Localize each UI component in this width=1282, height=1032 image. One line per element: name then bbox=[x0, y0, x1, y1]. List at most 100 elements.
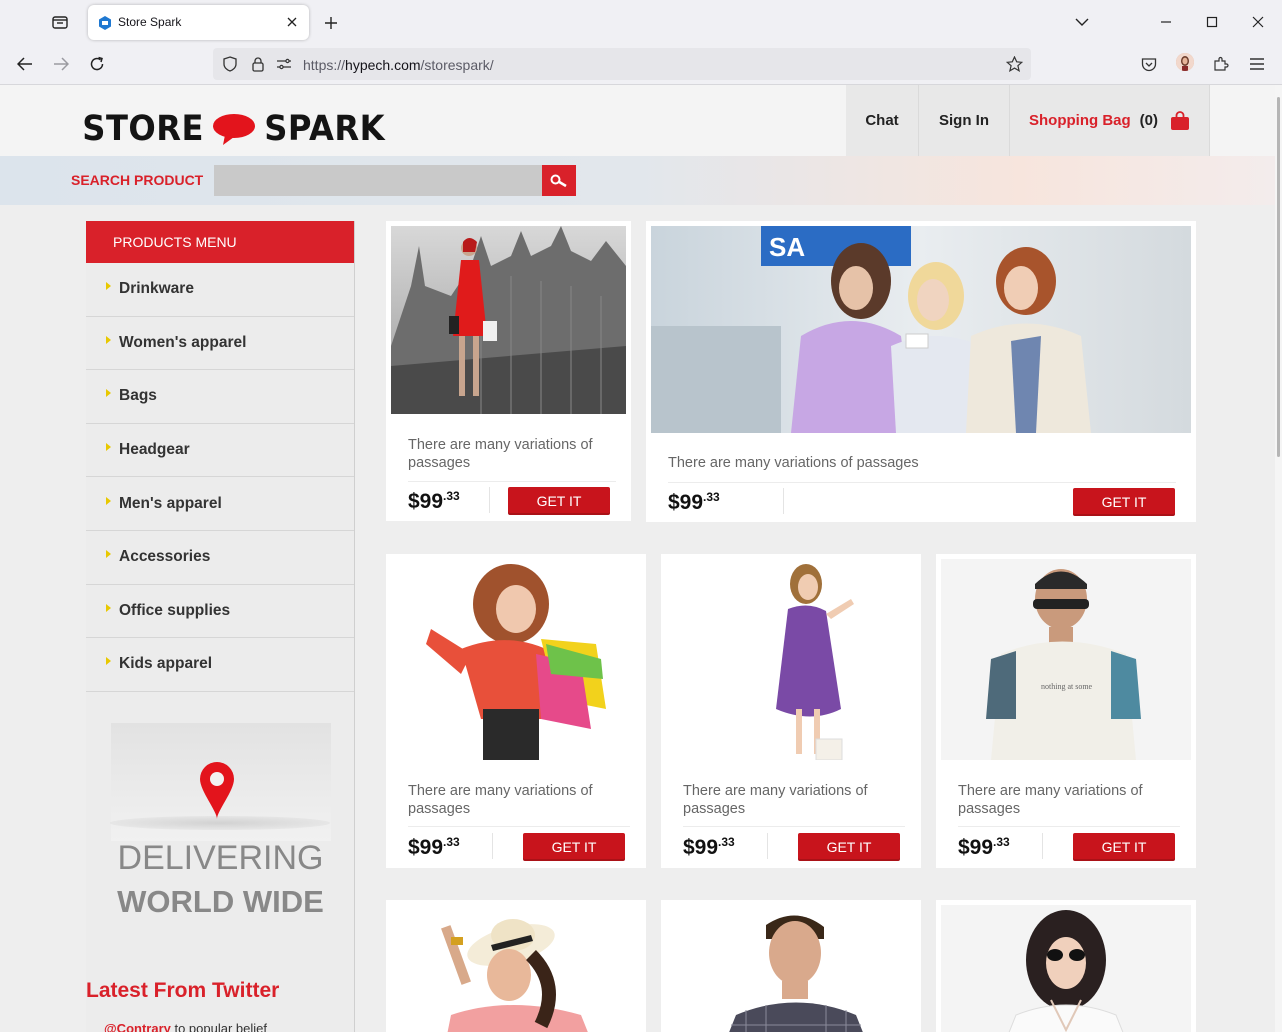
world-wide-text: WORLD WIDE bbox=[117, 884, 324, 919]
product-description: There are many variations of passages bbox=[408, 437, 593, 471]
extensions-button[interactable] bbox=[1207, 50, 1235, 78]
product-card: There are many variations of passages $9… bbox=[661, 554, 921, 868]
get-it-button[interactable]: GET IT bbox=[523, 833, 625, 861]
get-it-button[interactable]: GET IT bbox=[1073, 833, 1175, 861]
search-icon bbox=[550, 174, 567, 187]
forward-button[interactable] bbox=[47, 50, 75, 78]
bullet-triangle-icon bbox=[106, 657, 111, 666]
search-button[interactable] bbox=[542, 165, 576, 196]
sidebar-item-bags[interactable]: Bags bbox=[86, 370, 354, 424]
account-avatar[interactable] bbox=[1176, 53, 1194, 71]
price-main: $99 bbox=[683, 836, 719, 859]
reload-icon bbox=[90, 56, 104, 71]
sidebar-item-womens-apparel[interactable]: Women's apparel bbox=[86, 317, 354, 371]
close-tab-icon[interactable] bbox=[283, 13, 301, 31]
price-separator bbox=[767, 833, 768, 859]
product-image-woman-sun-hat[interactable] bbox=[391, 905, 641, 1032]
logo-word-spark: SPARK bbox=[264, 109, 386, 149]
product-card bbox=[661, 900, 921, 1032]
get-it-button[interactable]: GET IT bbox=[798, 833, 900, 861]
price-cents: .33 bbox=[718, 835, 735, 849]
reload-button[interactable] bbox=[83, 50, 111, 78]
product-image-three-women-shopping[interactable]: SA bbox=[651, 226, 1191, 433]
shield-icon[interactable] bbox=[221, 55, 239, 73]
product-image-woman-red-dress[interactable] bbox=[391, 226, 626, 414]
url-host: hypech.com bbox=[345, 57, 421, 73]
menu-button[interactable] bbox=[1243, 50, 1271, 78]
product-image-man-tshirt[interactable]: nothing at some bbox=[941, 559, 1191, 760]
navigation-bar: https://hypech.com/storespark/ bbox=[0, 44, 1282, 85]
sidebar-item-mens-apparel[interactable]: Men's apparel bbox=[86, 477, 354, 531]
site-favicon-icon bbox=[99, 16, 111, 30]
price-separator bbox=[492, 833, 493, 859]
products-menu-title: PRODUCTS MENU bbox=[86, 221, 354, 263]
url-path: /storespark/ bbox=[420, 57, 494, 73]
search-input[interactable] bbox=[214, 165, 542, 196]
search-bar-strip: SEARCH PRODUCT bbox=[0, 156, 1275, 205]
tweet-text: to popular belief bbox=[170, 1021, 267, 1032]
shopping-bag-count: (0) bbox=[1139, 112, 1158, 129]
scrollbar-thumb[interactable] bbox=[1277, 97, 1280, 457]
sidebar-item-label: Office supplies bbox=[119, 601, 231, 619]
product-price: $99.33 bbox=[668, 490, 720, 515]
browser-tab[interactable]: Store Spark bbox=[88, 5, 309, 40]
product-price: $99.33 bbox=[408, 489, 460, 514]
sidebar-item-kids-apparel[interactable]: Kids apparel bbox=[86, 638, 354, 692]
price-cents: .33 bbox=[703, 490, 720, 504]
bullet-triangle-icon bbox=[106, 282, 111, 291]
url-text: https://hypech.com/storespark/ bbox=[303, 57, 494, 73]
minimize-icon bbox=[1161, 21, 1171, 23]
product-card: nothing at some There are many variation… bbox=[936, 554, 1196, 868]
web-page: STORE SPARK Chat Sign In Shopping Bag (0… bbox=[0, 85, 1275, 1032]
minimize-button[interactable] bbox=[1152, 8, 1180, 36]
shopping-bag-label: Shopping Bag bbox=[1029, 112, 1131, 129]
get-it-button[interactable]: GET IT bbox=[1073, 488, 1175, 516]
product-price: $99.33 bbox=[958, 835, 1010, 860]
sidebar-item-headgear[interactable]: Headgear bbox=[86, 424, 354, 478]
product-image-woman-shopping-bags[interactable] bbox=[391, 559, 641, 760]
product-image-woman-sunglasses[interactable] bbox=[941, 905, 1191, 1032]
svg-text:SA: SA bbox=[769, 232, 805, 262]
shopping-bag-link[interactable]: Shopping Bag (0) bbox=[1010, 85, 1210, 156]
maximize-button[interactable] bbox=[1198, 8, 1226, 36]
sidebar-item-drinkware[interactable]: Drinkware bbox=[86, 263, 354, 317]
store-logo[interactable]: STORE SPARK bbox=[77, 109, 391, 149]
sidebar-item-office-supplies[interactable]: Office supplies bbox=[86, 585, 354, 639]
product-description: There are many variations of passages bbox=[683, 783, 868, 817]
sign-in-link[interactable]: Sign In bbox=[919, 85, 1010, 156]
back-button[interactable] bbox=[11, 50, 39, 78]
plus-icon bbox=[325, 17, 337, 29]
chat-link[interactable]: Chat bbox=[846, 85, 919, 156]
list-all-tabs-button[interactable] bbox=[1068, 8, 1096, 36]
product-description: There are many variations of passages bbox=[668, 455, 919, 471]
product-description: There are many variations of passages bbox=[408, 783, 593, 817]
bookmark-star-icon[interactable] bbox=[1005, 55, 1023, 73]
tab-title: Store Spark bbox=[118, 15, 182, 29]
product-image-man-plaid-shirt[interactable] bbox=[666, 905, 916, 1032]
sidebar-item-label: Headgear bbox=[119, 441, 190, 459]
bullet-triangle-icon bbox=[106, 603, 111, 612]
lock-icon[interactable] bbox=[249, 55, 267, 73]
logo-word-store: STORE bbox=[82, 109, 204, 149]
price-main: $99 bbox=[408, 490, 444, 513]
close-icon bbox=[1252, 16, 1264, 28]
price-cents: .33 bbox=[993, 835, 1010, 849]
sidebar-item-accessories[interactable]: Accessories bbox=[86, 531, 354, 585]
product-description: There are many variations of passages bbox=[958, 783, 1143, 817]
tweet-handle[interactable]: @Contrary bbox=[104, 1021, 171, 1032]
sidebar-item-label: Bags bbox=[119, 387, 157, 405]
permissions-icon[interactable] bbox=[275, 55, 293, 73]
maximize-icon bbox=[1206, 16, 1218, 28]
pocket-button[interactable] bbox=[1135, 50, 1163, 78]
get-it-button[interactable]: GET IT bbox=[508, 487, 610, 515]
page-scrollbar[interactable] bbox=[1275, 85, 1282, 1032]
new-tab-button[interactable] bbox=[318, 10, 344, 36]
sidebar-item-label: Drinkware bbox=[119, 280, 194, 298]
close-window-button[interactable] bbox=[1244, 8, 1272, 36]
product-card: There are many variations of passages $9… bbox=[386, 221, 631, 521]
delivering-text: DELIVERING bbox=[117, 839, 324, 877]
tab-list-button[interactable] bbox=[44, 8, 76, 36]
address-bar[interactable]: https://hypech.com/storespark/ bbox=[213, 48, 1031, 80]
site-header: STORE SPARK Chat Sign In Shopping Bag (0… bbox=[0, 85, 1275, 156]
product-image-woman-purple-dress[interactable] bbox=[666, 559, 916, 760]
